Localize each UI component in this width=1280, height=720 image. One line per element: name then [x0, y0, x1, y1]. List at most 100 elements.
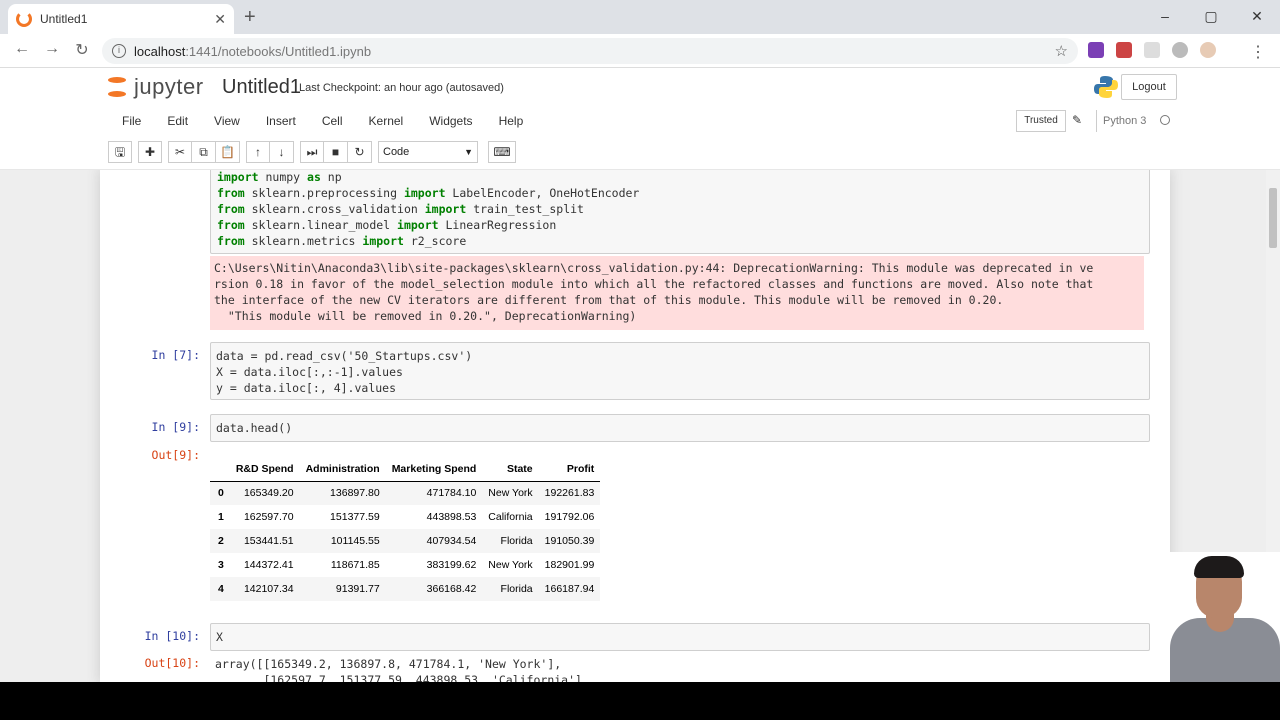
save-icon[interactable]: 🖫: [108, 141, 132, 163]
table-cell: 182901.99: [544, 559, 595, 571]
table-row: 3 144372.41 118671.85 383199.62 New York…: [210, 553, 600, 577]
run-cell-icon[interactable]: ⏭: [300, 141, 324, 163]
notebook-menubar: File Edit View Insert Cell Kernel Widget…: [108, 108, 1180, 134]
maximize-button[interactable]: ▢: [1188, 0, 1234, 32]
menu-insert[interactable]: Insert: [266, 114, 296, 128]
site-info-icon[interactable]: i: [112, 44, 126, 58]
table-cell: 144372.41: [243, 559, 294, 571]
column-header: State: [482, 457, 539, 482]
url-input[interactable]: i localhost :1441/notebooks/Untitled1.ip…: [102, 38, 1078, 64]
browser-menu-icon[interactable]: ⋮: [1250, 42, 1266, 62]
input-prompt: In [9]:: [151, 420, 200, 434]
paste-icon[interactable]: 📋: [216, 141, 240, 163]
menu-edit[interactable]: Edit: [167, 114, 188, 128]
jupyter-header: jupyter Untitled1 Last Checkpoint: an ho…: [0, 68, 1280, 170]
code-line: X: [216, 630, 223, 644]
code-cell-imports[interactable]: import numpy as np from sklearn.preproce…: [210, 170, 1150, 254]
table-cell: 166187.94: [544, 583, 595, 595]
extension-icons: [1088, 42, 1216, 58]
menu-file[interactable]: File: [122, 114, 141, 128]
restart-icon[interactable]: ↻: [348, 141, 372, 163]
trusted-indicator[interactable]: Trusted: [1016, 110, 1066, 132]
new-tab-button[interactable]: +: [244, 7, 256, 27]
move-up-icon[interactable]: ↑: [246, 141, 270, 163]
forward-arrow-icon[interactable]: →: [42, 40, 62, 58]
menu-kernel[interactable]: Kernel: [369, 114, 404, 128]
output-line: array([[165349.2, 136897.8, 471784.1, 'N…: [215, 657, 562, 671]
menu-help[interactable]: Help: [499, 114, 524, 128]
checkpoint-time: an hour ago: [384, 82, 443, 94]
extension-icon[interactable]: [1116, 42, 1132, 58]
menu-cell[interactable]: Cell: [322, 114, 343, 128]
table-row: 4 142107.34 91391.77 366168.42 Florida 1…: [210, 577, 601, 601]
input-prompt: In [7]:: [151, 348, 200, 362]
output-line: [162597.7, 151377.59, 443898.53, 'Califo…: [215, 673, 589, 682]
profile-avatar-icon[interactable]: [1200, 42, 1216, 58]
table-cell: 383199.62: [426, 559, 477, 571]
move-down-icon[interactable]: ↓: [270, 141, 294, 163]
reload-icon[interactable]: ↻: [72, 40, 92, 60]
extension-icon[interactable]: [1172, 42, 1188, 58]
menu-widgets[interactable]: Widgets: [429, 114, 472, 128]
browser-tab-strip: Untitled1 ✕ + – ▢ ✕: [0, 0, 1280, 34]
checkpoint-status: Last Checkpoint: an hour ago (autosaved): [299, 82, 504, 94]
table-cell: 407934.54: [426, 535, 477, 547]
table-cell: Florida: [500, 535, 533, 547]
edit-pencil-icon[interactable]: ✎: [1072, 113, 1082, 127]
command-palette-icon[interactable]: ⌨: [488, 141, 516, 163]
input-prompt: In [10]:: [144, 629, 200, 643]
code-cell-head[interactable]: data.head(): [210, 414, 1150, 442]
kernel-name[interactable]: Python 3: [1096, 110, 1146, 132]
back-arrow-icon[interactable]: ←: [12, 40, 32, 58]
autosave-status: (autosaved): [445, 82, 504, 94]
row-index: 4: [218, 583, 224, 595]
table-cell: 443898.53: [426, 511, 477, 523]
table-cell: 153441.51: [243, 535, 294, 547]
cut-icon[interactable]: ✂: [168, 141, 192, 163]
column-header: Marketing Spend: [385, 457, 483, 482]
output-prompt: Out[10]:: [144, 656, 200, 670]
code-cell-x[interactable]: X: [210, 623, 1150, 651]
row-index: 2: [218, 535, 224, 547]
interrupt-icon[interactable]: ■: [324, 141, 348, 163]
notebook-name[interactable]: Untitled1: [222, 76, 301, 99]
code-line: from sklearn.cross_validation import tra…: [217, 202, 584, 216]
warning-line: "This module will be removed in 0.20.", …: [214, 309, 637, 323]
minimize-button[interactable]: –: [1142, 0, 1188, 32]
table-row: 1 162597.70 151377.59 443898.53 Californ…: [210, 505, 600, 529]
table-cell: 191050.39: [544, 535, 595, 547]
jupyter-logo[interactable]: jupyter: [106, 74, 204, 100]
bookmark-star-icon[interactable]: ☆: [1055, 42, 1068, 60]
cell-type-select[interactable]: Code ▼: [378, 141, 478, 163]
logout-button[interactable]: Logout: [1121, 74, 1177, 100]
extension-icon[interactable]: [1144, 42, 1160, 58]
browser-tab-title: Untitled1: [40, 12, 88, 26]
table-cell: 91391.77: [335, 583, 380, 595]
code-line: data = pd.read_csv('50_Startups.csv'): [216, 349, 473, 363]
extension-icon[interactable]: [1088, 42, 1104, 58]
scrollbar-thumb[interactable]: [1269, 188, 1277, 248]
table-cell: 165349.20: [243, 487, 294, 500]
cell-type-value: Code: [383, 146, 410, 158]
code-line: data.head(): [216, 421, 293, 435]
table-row: 2 153441.51 101145.55 407934.54 Florida …: [210, 529, 601, 553]
stderr-output: C:\Users\Nitin\Anaconda3\lib\site-packag…: [210, 256, 1144, 330]
url-host: localhost: [134, 43, 186, 59]
warning-line: rsion 0.18 in favor of the model_selecti…: [214, 277, 1094, 291]
copy-icon[interactable]: ⧉: [192, 141, 216, 163]
code-cell-read-csv[interactable]: data = pd.read_csv('50_Startups.csv') X …: [210, 342, 1150, 400]
jupyter-logo-icon: [106, 74, 128, 100]
column-header: R&D Spend: [229, 457, 300, 482]
table-cell: 136897.80: [330, 487, 380, 500]
close-window-button[interactable]: ✕: [1234, 0, 1280, 32]
menu-view[interactable]: View: [214, 114, 240, 128]
chevron-down-icon: ▼: [464, 147, 473, 157]
table-cell: 191792.06: [544, 511, 595, 523]
dataframe-table: R&D Spend Administration Marketing Spend…: [210, 457, 601, 601]
column-header: [210, 457, 230, 482]
warning-line: the interface of the new CV iterators ar…: [214, 293, 1004, 307]
browser-tab[interactable]: Untitled1 ✕: [8, 4, 234, 34]
row-index: 1: [218, 511, 224, 523]
insert-cell-icon[interactable]: ✚: [138, 141, 162, 163]
close-tab-icon[interactable]: ✕: [214, 11, 226, 28]
